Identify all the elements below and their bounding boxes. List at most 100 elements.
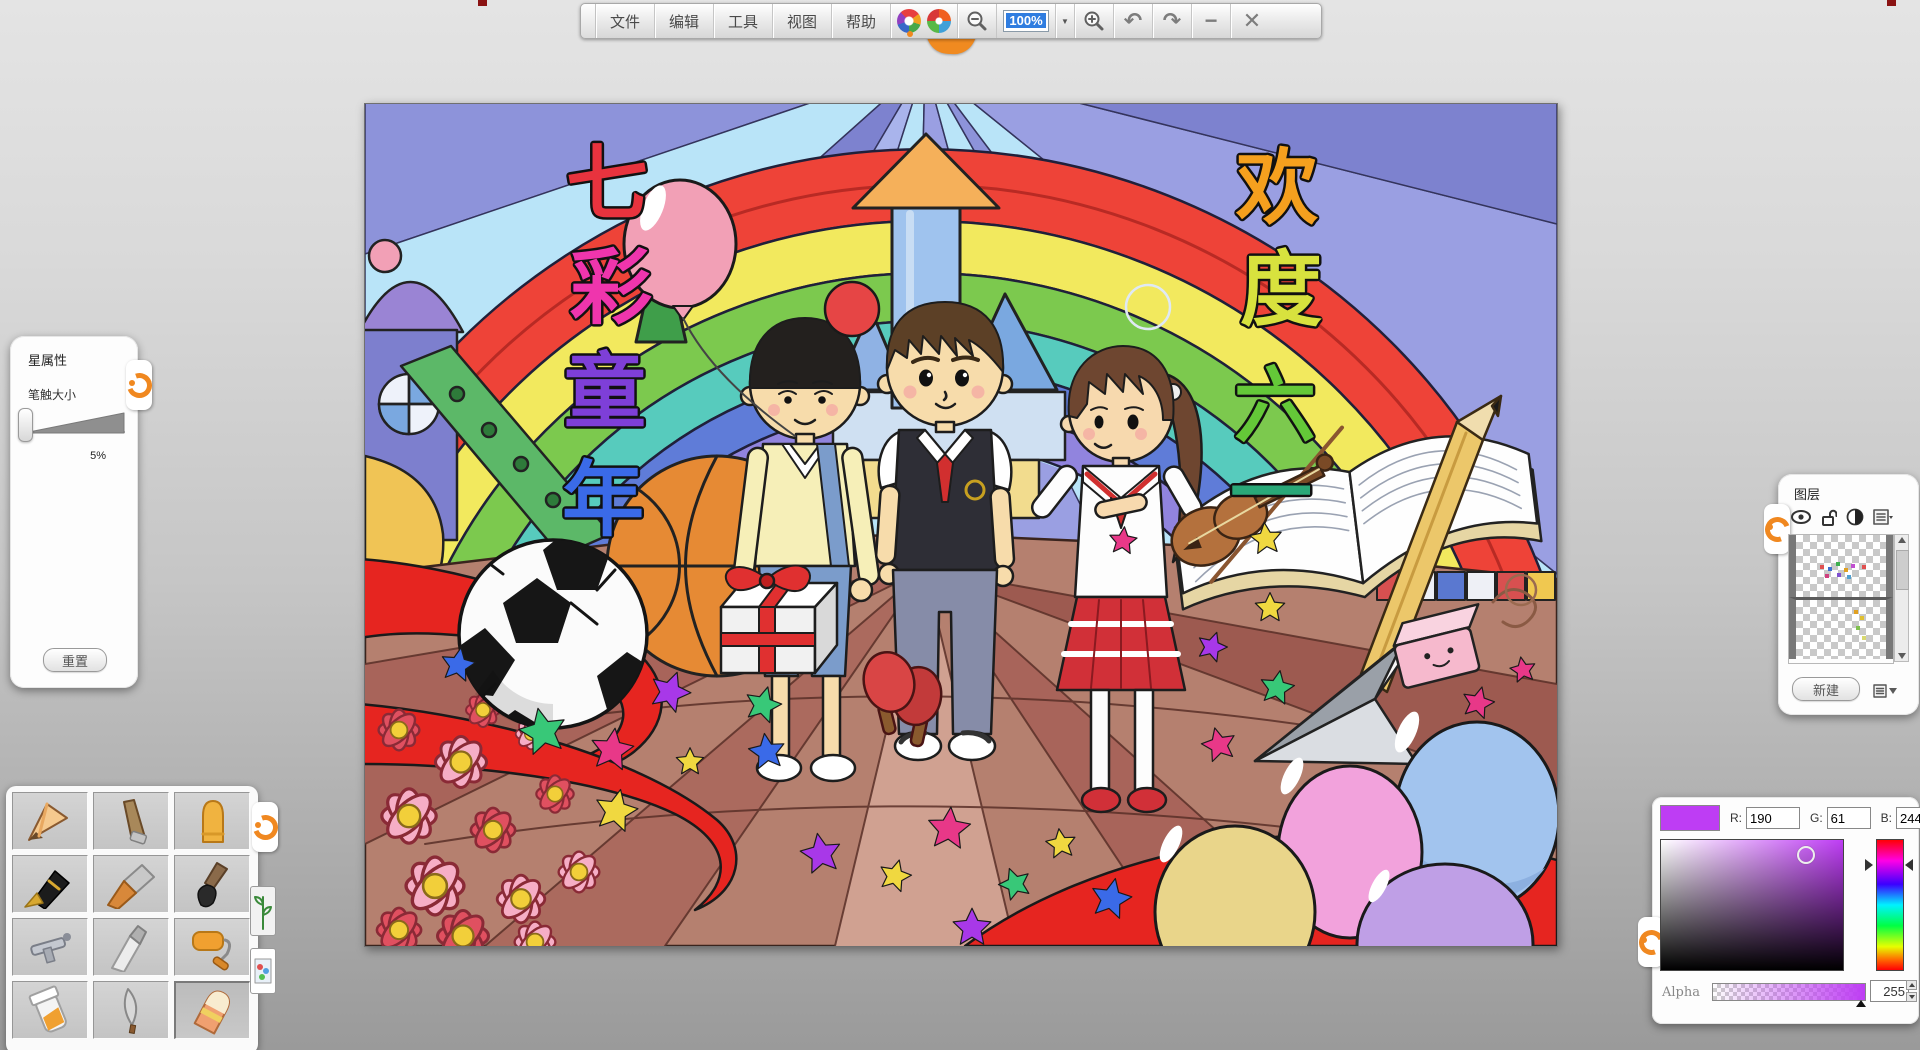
drawing-canvas[interactable]: 七 彩 童 年 欢 度 六 一 (364, 103, 1558, 947)
char-du: 度 (1240, 243, 1322, 338)
star-panel-title: 星属性 (28, 350, 67, 369)
hue-marker-left[interactable] (1865, 859, 1873, 871)
logo-dot (907, 31, 913, 37)
char-liu: 六 (1234, 359, 1316, 454)
spinner-down[interactable] (1906, 992, 1917, 1002)
alpha-bar[interactable] (1712, 983, 1866, 1001)
tool-sharp-pencil[interactable] (12, 792, 88, 850)
close-button[interactable]: ✕ (1231, 4, 1273, 38)
zoom-level-dropdown[interactable]: ▼ (1056, 4, 1075, 38)
main-toolbar: 文件 编辑 工具 视图 帮助 100% ▼ (580, 3, 1322, 39)
eraser-icon (182, 986, 244, 1036)
new-layer-button[interactable]: 新建 (1792, 677, 1860, 701)
brush-size-value: 5% (90, 450, 106, 462)
zoom-out-button[interactable] (958, 4, 997, 38)
handle-dot-icon (1641, 937, 1647, 943)
tool-crayon[interactable] (174, 792, 250, 850)
layer-scrollbar[interactable] (1894, 534, 1909, 662)
r-input[interactable] (1746, 807, 1800, 829)
plant-stamp-button[interactable] (250, 886, 276, 936)
layers-panel-handle[interactable] (1764, 504, 1790, 554)
tool-eraser[interactable] (174, 981, 250, 1039)
scroll-up-icon[interactable] (1898, 537, 1906, 543)
menu-view[interactable]: 视图 (773, 4, 832, 38)
star-panel-handle[interactable] (126, 360, 152, 410)
handle-dot-icon (1767, 524, 1773, 530)
char-yi: 一 (1230, 447, 1312, 542)
tool-airbrush[interactable] (12, 918, 88, 976)
picture-stamp-icon (254, 953, 272, 989)
scroll-down-icon[interactable] (1898, 653, 1906, 659)
mode-switch-buttons[interactable] (891, 4, 958, 38)
b-input[interactable] (1896, 807, 1920, 829)
minimize-button[interactable]: − (1192, 4, 1231, 38)
layer2-content (1854, 610, 1858, 614)
close-icon: ✕ (1243, 10, 1261, 32)
tool-paint-roller[interactable] (174, 918, 250, 976)
sharp-pencil-icon (19, 796, 81, 846)
saturation-value-field[interactable] (1660, 839, 1844, 971)
tool-liner-nib[interactable] (93, 981, 169, 1039)
char-huan: 欢 (1235, 141, 1318, 236)
color-picker-panel: R: G: B: Alpha 255 (1652, 797, 1919, 1024)
spinner-up[interactable] (1906, 980, 1917, 990)
layer-lock-open-icon[interactable] (1821, 508, 1837, 526)
redo-icon: ↷ (1163, 10, 1181, 32)
redo-button[interactable]: ↷ (1153, 4, 1192, 38)
alpha-spinner[interactable] (1906, 980, 1917, 1002)
alpha-marker[interactable] (1856, 1000, 1866, 1007)
tool-charcoal-stick[interactable] (93, 792, 169, 850)
palette-logo-icon[interactable] (927, 9, 951, 33)
zoom-in-button[interactable] (1075, 4, 1114, 38)
reset-button[interactable]: 重置 (43, 648, 107, 672)
menu-tools[interactable]: 工具 (714, 4, 773, 38)
desktop-peek-right (1887, 0, 1896, 6)
handle-dot-icon (129, 380, 135, 386)
brush-size-slider-track[interactable] (20, 406, 128, 442)
dropdown-arrow-icon (1889, 688, 1897, 694)
liner-nib-icon (100, 985, 162, 1035)
brush-size-label: 笔触大小 (28, 386, 76, 403)
canvas-artwork: 七 彩 童 年 欢 度 六 一 (365, 104, 1557, 946)
paint-jar-icon (19, 985, 81, 1035)
tool-flat-brush[interactable] (93, 855, 169, 913)
tool-palette-knife[interactable] (93, 918, 169, 976)
tool-palette (6, 786, 258, 1050)
scrollbar-thumb[interactable] (1896, 550, 1909, 590)
menu-help[interactable]: 帮助 (832, 4, 891, 38)
layers-panel-title: 图层 (1794, 484, 1820, 503)
tool-fountain-pen[interactable] (12, 855, 88, 913)
app-logo-icon[interactable] (897, 9, 921, 33)
layer-options-button[interactable] (1872, 681, 1898, 701)
palette-handle[interactable] (252, 802, 278, 852)
alpha-label: Alpha (1662, 985, 1700, 1000)
ink-brush-icon (181, 859, 243, 909)
tool-ink-brush[interactable] (174, 855, 250, 913)
layer-thumbnail-1[interactable] (1789, 535, 1893, 597)
layers-panel: 图层 (1778, 474, 1919, 715)
picture-stamp-button[interactable] (250, 948, 276, 994)
brush-size-slider-thumb[interactable] (18, 408, 33, 442)
menu-edit[interactable]: 编辑 (655, 4, 714, 38)
app-window: 文件 编辑 工具 视图 帮助 100% ▼ (0, 0, 1920, 1050)
charcoal-stick-icon (100, 796, 162, 846)
layer-opacity-icon[interactable] (1846, 508, 1864, 526)
layer-thumbnail-2[interactable] (1789, 597, 1893, 659)
alpha-value[interactable]: 255 (1870, 980, 1909, 1002)
menu-file[interactable]: 文件 (596, 4, 655, 38)
paint-roller-icon (181, 922, 243, 972)
reset-button-label: 重置 (62, 651, 88, 670)
zoom-level-field[interactable]: 100% (997, 4, 1056, 38)
tool-paint-jar[interactable] (12, 981, 88, 1039)
hue-bar[interactable] (1876, 839, 1904, 971)
color-picker-cursor[interactable] (1797, 846, 1815, 864)
toolbar-grip[interactable] (581, 4, 596, 38)
layer-menu-icon[interactable] (1873, 508, 1893, 526)
layer-visibility-eye-icon[interactable] (1790, 509, 1812, 525)
new-layer-label: 新建 (1813, 680, 1839, 699)
red-balloon (825, 282, 879, 336)
g-input[interactable] (1827, 807, 1871, 829)
zoom-level-value[interactable]: 100% (1006, 13, 1045, 28)
undo-button[interactable]: ↶ (1114, 4, 1153, 38)
hue-marker-right[interactable] (1905, 859, 1913, 871)
